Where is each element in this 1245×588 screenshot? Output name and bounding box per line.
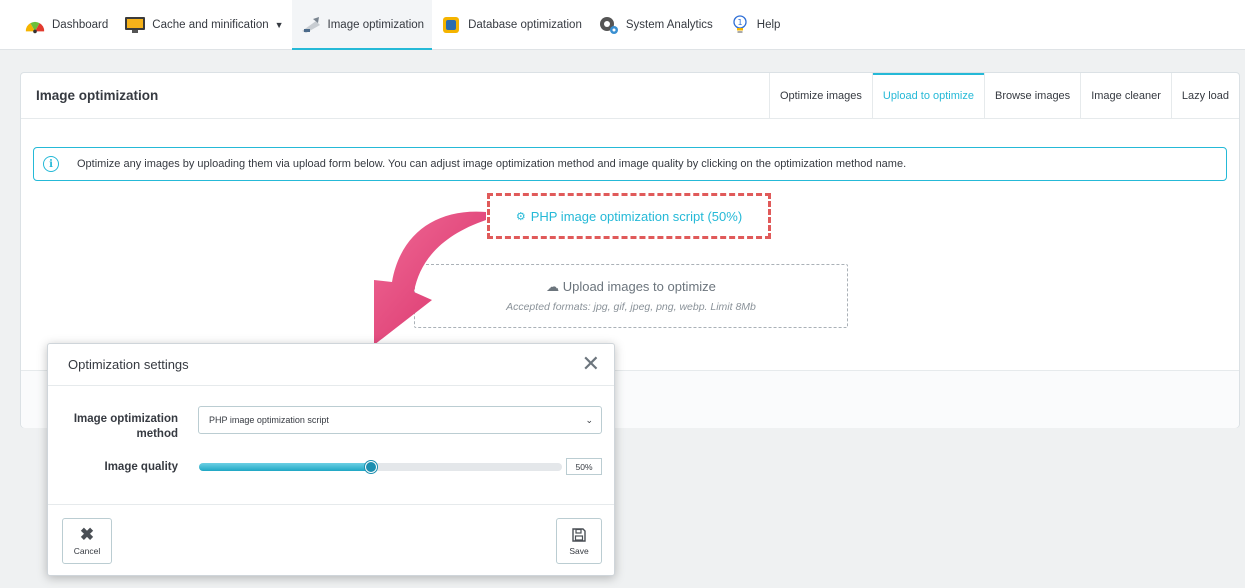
- panel-header: Image optimization Optimize images Uploa…: [21, 72, 1239, 119]
- quality-slider[interactable]: [199, 461, 562, 473]
- optimization-settings-modal: Optimization settings ✕ Image optimizati…: [47, 343, 615, 576]
- upload-title-text: Upload images to optimize: [562, 279, 716, 294]
- optimization-method-label: PHP image optimization script (50%): [530, 208, 743, 224]
- chevron-down-icon: ⌄: [585, 415, 593, 425]
- tab-upload-to-optimize[interactable]: Upload to optimize: [871, 72, 985, 119]
- quality-slider-fill: [199, 463, 371, 471]
- optimization-method-link[interactable]: ⚙ PHP image optimization script (50%): [487, 193, 771, 239]
- gears-icon: ⚙: [515, 210, 526, 223]
- page-title: Image optimization: [36, 88, 159, 103]
- floppy-disk-icon: [572, 527, 586, 542]
- close-x-icon: ✖: [79, 525, 95, 544]
- system-analytics-gears-icon: [599, 17, 618, 34]
- database-icon: [443, 17, 460, 33]
- quality-slider-handle[interactable]: [365, 461, 377, 473]
- cancel-label: Cancel: [73, 546, 101, 556]
- nav-system-analytics[interactable]: System Analytics: [590, 0, 721, 50]
- modal-title: Optimization settings: [68, 357, 189, 372]
- quality-label: Image quality: [104, 461, 179, 473]
- info-icon: i: [43, 156, 59, 172]
- dashboard-gauge-icon: [25, 21, 45, 34]
- help-lightbulb-icon: 1: [733, 15, 747, 33]
- nav-dashboard[interactable]: Dashboard: [16, 0, 116, 50]
- pink-curved-arrow-icon: [374, 211, 486, 345]
- image-optimization-icon: [301, 17, 320, 33]
- tab-optimize-images[interactable]: Optimize images: [768, 72, 872, 119]
- nav-image-optimization[interactable]: Image optimization: [291, 0, 433, 50]
- chevron-down-icon: ▼: [274, 20, 284, 30]
- tab-lazy-load[interactable]: Lazy load: [1170, 72, 1239, 119]
- svg-text:1: 1: [737, 18, 742, 27]
- modal-footer: ✖ Cancel Save: [48, 504, 614, 576]
- info-alert: i Optimize any images by uploading them …: [33, 147, 1227, 181]
- nav-cache-minification[interactable]: Cache and minification ▼: [116, 0, 291, 50]
- info-text: Optimize any images by uploading them vi…: [77, 158, 907, 170]
- nav-database-label: Database optimization: [468, 19, 582, 31]
- tab-image-cleaner[interactable]: Image cleaner: [1080, 72, 1171, 119]
- nav-cache-label: Cache and minification: [152, 19, 269, 31]
- cloud-upload-icon: ☁: [546, 279, 560, 294]
- modal-header: Optimization settings ✕: [48, 344, 614, 386]
- save-button[interactable]: Save: [556, 518, 602, 564]
- nav-help-label: Help: [756, 19, 781, 31]
- top-navigation: Dashboard Cache and minification ▼ Image…: [0, 0, 1245, 50]
- method-select[interactable]: PHP image optimization script ⌄: [198, 406, 602, 434]
- save-label: Save: [569, 545, 589, 556]
- method-row: Image optimization method PHP image opti…: [48, 406, 616, 442]
- nav-help[interactable]: 1 Help: [721, 0, 789, 50]
- quality-row: Image quality 50%: [48, 458, 616, 478]
- nav-database-optimization[interactable]: Database optimization: [432, 0, 590, 50]
- method-select-value: PHP image optimization script: [209, 415, 329, 425]
- quality-value-field[interactable]: 50%: [566, 458, 602, 475]
- nav-image-label: Image optimization: [327, 19, 425, 31]
- close-icon[interactable]: ✕: [582, 353, 600, 376]
- nav-analytics-label: System Analytics: [625, 19, 713, 31]
- cache-monitor-icon: [125, 17, 146, 33]
- nav-dashboard-label: Dashboard: [52, 19, 109, 31]
- panel-tabs: Optimize images Upload to optimize Brows…: [768, 72, 1239, 119]
- cancel-button[interactable]: ✖ Cancel: [62, 518, 112, 564]
- tab-browse-images[interactable]: Browse images: [983, 72, 1080, 119]
- method-label: Image optimization method: [73, 413, 178, 440]
